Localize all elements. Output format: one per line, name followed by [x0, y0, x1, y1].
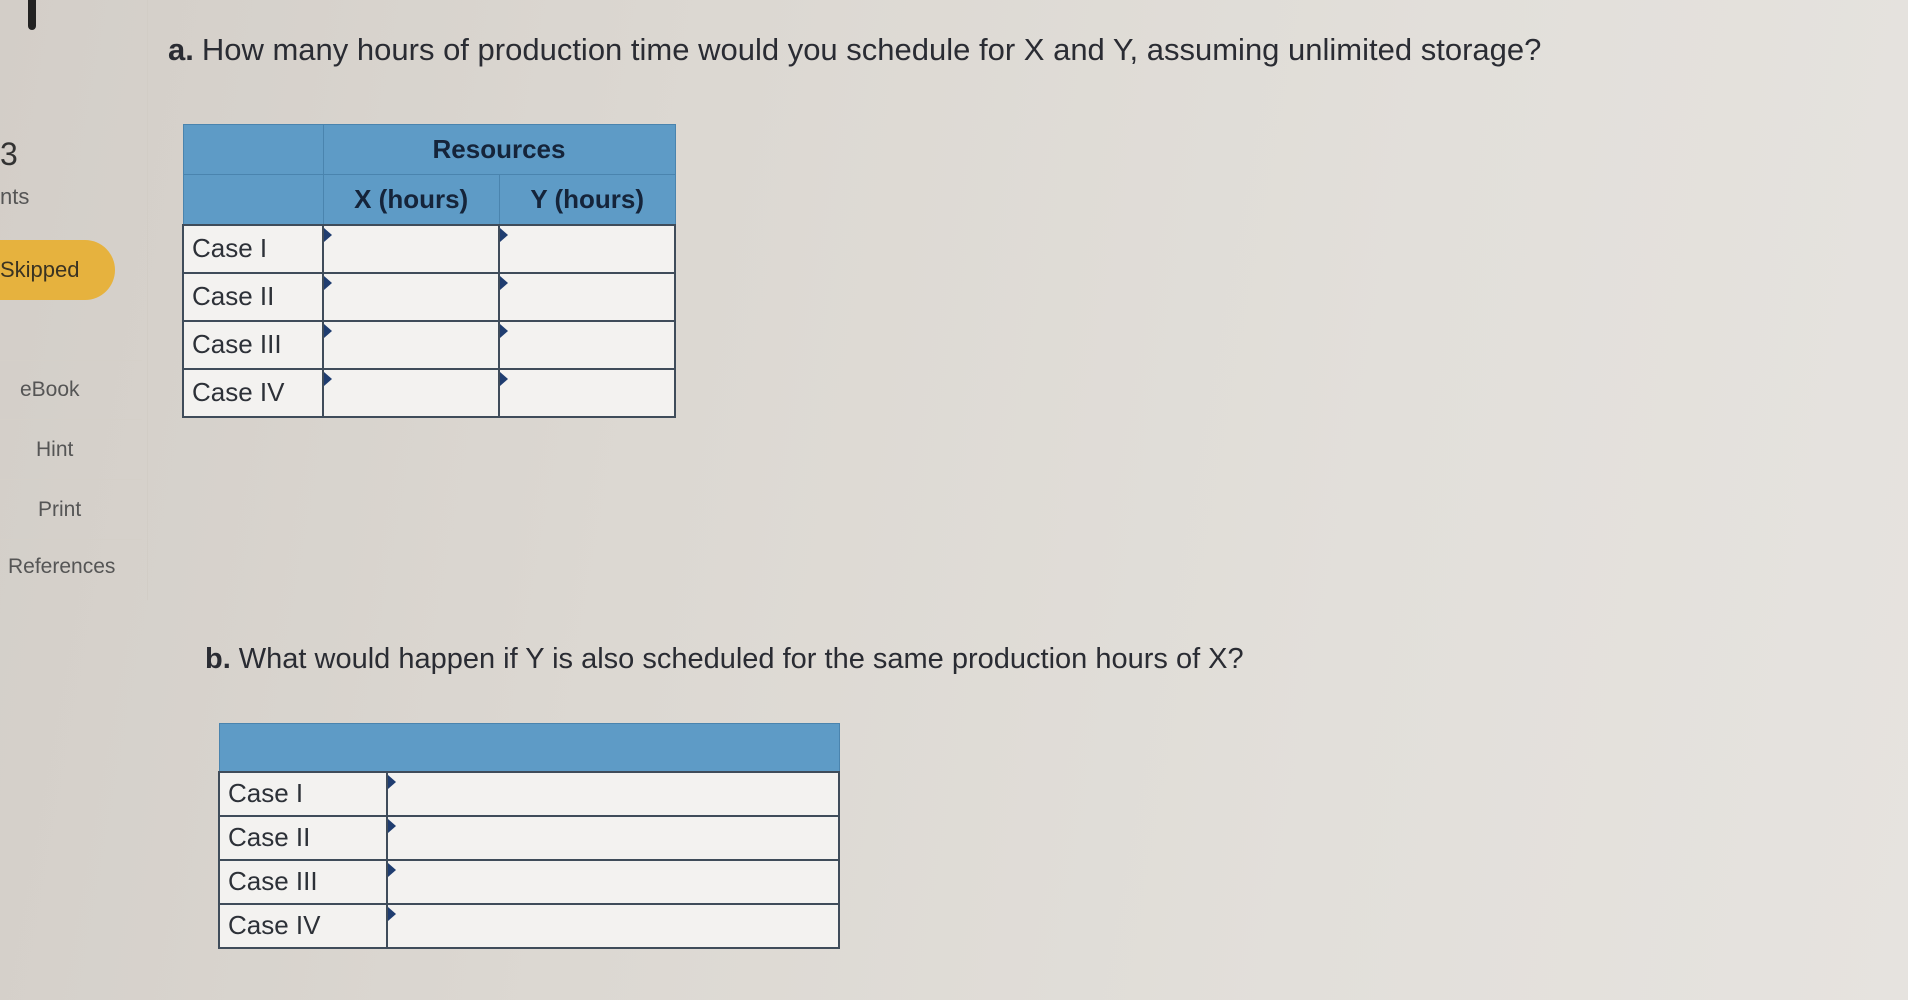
table-row: Case II: [182, 271, 676, 322]
case-4-x-input[interactable]: [321, 367, 501, 418]
table-row: Case II: [218, 814, 840, 861]
hint-link[interactable]: Hint: [0, 420, 142, 480]
row-label: Case I: [218, 770, 388, 817]
case-2-answer-select[interactable]: [386, 814, 840, 861]
table-row: Case IV: [218, 902, 840, 949]
table-row: Case III: [182, 319, 676, 370]
points-label: nts: [0, 184, 30, 209]
question-b-text: What would happen if Y is also scheduled…: [238, 643, 1244, 675]
print-link[interactable]: Print: [0, 480, 142, 540]
case-3-answer-select[interactable]: [386, 858, 840, 905]
y-hours-header: Y (hours): [498, 174, 676, 225]
references-link[interactable]: References: [0, 537, 142, 597]
question-a-text: How many hours of production time would …: [201, 32, 1542, 67]
resources-header: Resources: [322, 124, 676, 175]
page: 3 nts Skipped eBook Hint Print Reference…: [0, 0, 1908, 1000]
case-4-answer-select[interactable]: [386, 902, 840, 949]
case-2-y-input[interactable]: [498, 271, 676, 322]
table-row: Case III: [218, 858, 840, 905]
row-label: Case II: [182, 271, 324, 322]
answer-table-b: Case I Case II Case III Case IV: [218, 723, 840, 949]
question-a: a. How many hours of production time woul…: [168, 32, 1541, 68]
case-1-y-input[interactable]: [498, 223, 676, 274]
table-row: Case I: [218, 770, 840, 817]
resources-table: Resources X (hours) Y (hours) Case I Cas…: [182, 124, 676, 418]
row-label: Case IV: [218, 902, 388, 949]
answer-table-header: [218, 723, 840, 772]
x-hours-header: X (hours): [322, 174, 500, 225]
table-row: Case I: [182, 223, 676, 274]
case-3-y-input[interactable]: [498, 319, 676, 370]
case-4-y-input[interactable]: [498, 367, 676, 418]
case-1-x-input[interactable]: [321, 223, 501, 274]
question-number: 3: [0, 136, 18, 172]
question-b: b. What would happen if Y is also schedul…: [205, 643, 1244, 676]
table-row: Case IV: [182, 367, 676, 418]
row-label: Case IV: [182, 367, 324, 418]
row-label: Case I: [182, 223, 324, 274]
case-1-answer-select[interactable]: [386, 770, 840, 817]
scroll-marker: [28, 0, 36, 30]
case-2-x-input[interactable]: [321, 271, 501, 322]
case-3-x-input[interactable]: [321, 319, 501, 370]
question-b-letter: b.: [205, 643, 231, 675]
ebook-link[interactable]: eBook: [0, 360, 142, 420]
question-sidebar: 3 nts Skipped eBook Hint Print Reference…: [0, 0, 148, 600]
question-a-letter: a.: [168, 32, 194, 67]
row-label: Case III: [182, 319, 324, 370]
skipped-badge: Skipped: [0, 240, 115, 300]
row-label: Case II: [218, 814, 388, 861]
header-blank: [182, 124, 324, 175]
row-label: Case III: [218, 858, 388, 905]
header-blank-2: [182, 174, 324, 225]
